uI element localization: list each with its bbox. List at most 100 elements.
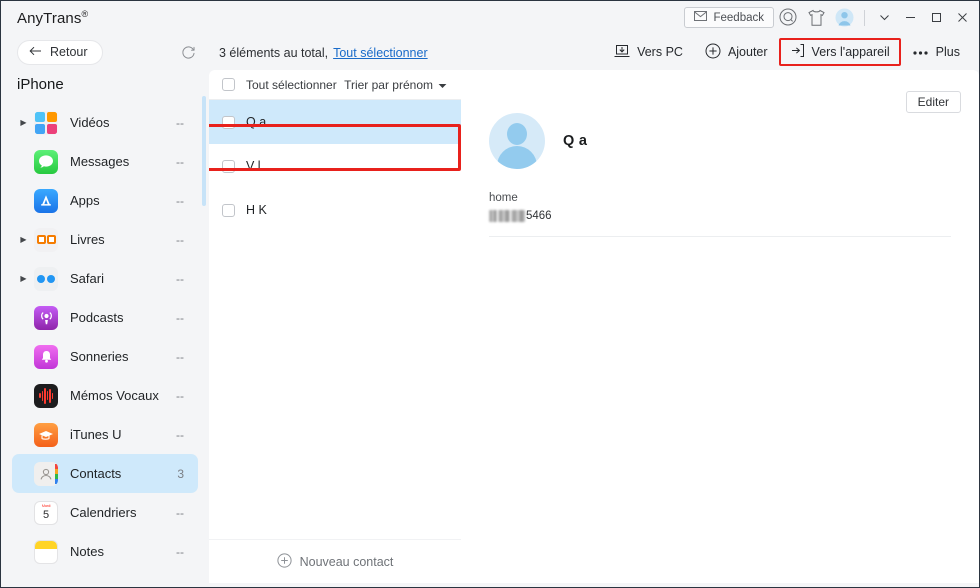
minimize-icon[interactable]	[897, 5, 923, 31]
plus-circle-icon	[276, 552, 292, 571]
sidebar-label: Vidéos	[70, 115, 110, 130]
expand-caret-icon[interactable]: ▶	[16, 118, 31, 127]
avatar-icon[interactable]	[830, 4, 858, 32]
detail-contact-name: Q a	[563, 133, 588, 149]
sidebar-count: --	[176, 154, 184, 169]
sidebar-item-safari[interactable]: ▶ Safari --	[12, 259, 198, 298]
caret-placeholder: ▶	[16, 430, 31, 439]
caret-placeholder: ▶	[16, 391, 31, 400]
new-contact-button[interactable]: Nouveau contact	[209, 539, 461, 583]
expand-caret-icon[interactable]: ▶	[16, 235, 31, 244]
redacted-digits	[498, 210, 510, 222]
calendar-weekday: Mardi	[41, 502, 51, 508]
list-item[interactable]: Q a	[209, 100, 461, 144]
select-all-checkbox[interactable]	[222, 78, 235, 91]
list-header: Tout sélectionner Trier par prénom	[209, 70, 461, 100]
sidebar-item-calendriers[interactable]: ▶ Mardi 5 Calendriers --	[12, 493, 198, 532]
chevron-down-icon[interactable]	[871, 5, 897, 31]
registered-mark: ®	[81, 8, 89, 19]
sidebar-item-contacts[interactable]: ▶ Contacts 3	[12, 454, 198, 493]
sidebar-label: Mémos Vocaux	[70, 388, 159, 403]
more-button[interactable]: Plus	[901, 39, 971, 65]
search-icon[interactable]	[774, 4, 802, 32]
caret-placeholder: ▶	[16, 157, 31, 166]
device-title: iPhone	[17, 76, 64, 93]
to-pc-button[interactable]: Vers PC	[603, 39, 694, 65]
sidebar-label: Contacts	[70, 466, 122, 481]
to-device-label: Vers l'appareil	[811, 45, 890, 59]
sort-dropdown[interactable]: Trier par prénom	[344, 78, 447, 92]
books-icon	[34, 227, 58, 252]
select-all-link[interactable]: Tout sélectionner	[333, 46, 428, 60]
sidebar-label: Livres	[70, 232, 105, 247]
sidebar-label: Notes	[70, 544, 104, 559]
list-item[interactable]: H K	[209, 188, 461, 232]
total-items-text: 3 éléments au total,	[219, 46, 329, 60]
back-button[interactable]: Retour	[17, 39, 103, 65]
sidebar-count: --	[176, 544, 184, 559]
contacts-tabs	[55, 463, 58, 484]
to-pc-icon	[614, 44, 630, 61]
sidebar-item-messages[interactable]: ▶ Messages --	[12, 142, 198, 181]
to-pc-label: Vers PC	[637, 45, 683, 59]
sidebar-item-apps[interactable]: ▶ Apps --	[12, 181, 198, 220]
main-body: iPhone ▶ Vidéos -- ▶ Messages -- ▶	[1, 70, 979, 587]
expand-caret-icon[interactable]: ▶	[16, 274, 31, 283]
caret-placeholder: ▶	[16, 508, 31, 517]
sidebar-scrollbar[interactable]	[202, 96, 206, 206]
sidebar-count: --	[176, 193, 184, 208]
row-checkbox[interactable]	[222, 203, 235, 217]
close-icon[interactable]	[949, 5, 975, 31]
tshirt-icon[interactable]	[802, 4, 830, 32]
list-item[interactable]: V l	[209, 144, 461, 188]
sidebar-count: --	[176, 115, 184, 130]
ellipsis-icon	[912, 45, 929, 59]
sidebar-count: --	[176, 271, 184, 286]
contact-name: Q a	[246, 115, 267, 129]
toolbar: Retour Vers PC Ajouter Vers l'appareil P…	[1, 34, 979, 70]
contact-header: Q a	[489, 113, 587, 169]
chevron-down-icon	[438, 78, 447, 92]
add-button[interactable]: Ajouter	[694, 39, 779, 65]
sidebar-item-podcasts[interactable]: ▶ Podcasts --	[12, 298, 198, 337]
sidebar-count: --	[176, 349, 184, 364]
sidebar-item-memos-vocaux[interactable]: ▶ Mémos Vocaux --	[12, 376, 198, 415]
messages-icon	[34, 149, 58, 174]
maximize-icon[interactable]	[923, 5, 949, 31]
arrow-left-icon	[29, 45, 43, 59]
plus-circle-icon	[705, 43, 721, 62]
sidebar-item-sonneries[interactable]: ▶ Sonneries --	[12, 337, 198, 376]
sidebar-count: --	[176, 505, 184, 520]
safari-icon	[34, 266, 58, 291]
sidebar-count: --	[176, 427, 184, 442]
field-value: 5466	[489, 210, 951, 222]
contact-name: H K	[246, 203, 267, 217]
redacted-digits	[511, 210, 525, 222]
apps-icon	[34, 188, 58, 213]
add-label: Ajouter	[727, 45, 768, 59]
select-all-label: Tout sélectionner	[246, 77, 337, 92]
sidebar-count: --	[176, 310, 184, 325]
caret-placeholder: ▶	[16, 352, 31, 361]
sidebar-item-livres[interactable]: ▶ Livres --	[12, 220, 198, 259]
field-value-suffix: 5466	[526, 210, 552, 222]
row-checkbox[interactable]	[222, 159, 235, 173]
toolbar-actions: Vers PC Ajouter Vers l'appareil Plus	[603, 34, 971, 70]
feedback-button[interactable]: Feedback	[684, 7, 774, 28]
sidebar-item-itunes-u[interactable]: ▶ iTunes U --	[12, 415, 198, 454]
sidebar-label: Podcasts	[70, 310, 124, 325]
edit-button[interactable]: Editer	[905, 91, 961, 113]
field-divider	[489, 236, 951, 237]
sidebar-item-videos[interactable]: ▶ Vidéos --	[12, 103, 198, 142]
row-checkbox[interactable]	[222, 115, 235, 129]
to-device-button[interactable]: Vers l'appareil	[778, 38, 901, 66]
avatar	[489, 113, 545, 169]
refresh-icon[interactable]	[176, 40, 200, 64]
notes-icon	[34, 539, 58, 564]
sidebar-item-notes[interactable]: ▶ Notes --	[12, 532, 198, 571]
envelope-icon	[694, 11, 708, 24]
contact-rows: Q a V l H K	[209, 100, 461, 232]
app-title: AnyTrans®	[17, 9, 88, 27]
sidebar-label: Calendriers	[70, 505, 137, 520]
voice-memos-icon	[34, 383, 58, 408]
